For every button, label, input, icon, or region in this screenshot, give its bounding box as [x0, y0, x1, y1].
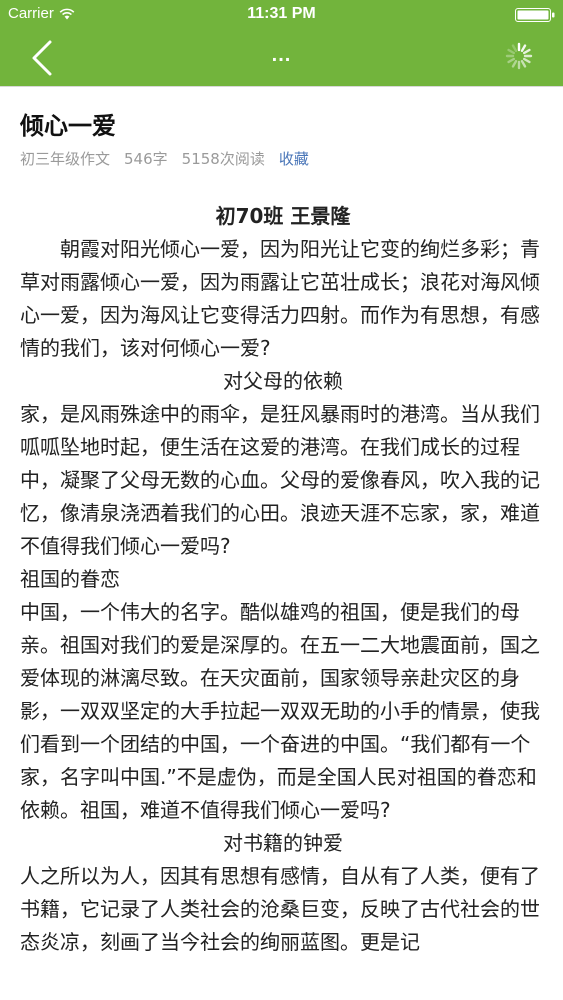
header-divider [0, 86, 563, 87]
article-author: 初70班 王景隆 [215, 204, 351, 228]
word-count: 546字 [124, 150, 168, 168]
status-bar: Carrier 11:31 PM [0, 0, 563, 30]
section-text-parents: 家，是风雨殊途中的雨伞，是狂风暴雨时的港湾。当从我们呱呱坠地时起，便生活在这爱的… [20, 402, 540, 558]
section-heading-parents: 对父母的依赖 [223, 369, 343, 393]
section-heading-motherland: 祖国的眷恋 [20, 567, 120, 591]
read-count: 5158次阅读 [181, 150, 265, 168]
article-intro: 朝霞对阳光倾心一爱，因为阳光让它变的绚烂多彩；青草对雨露倾心一爱，因为雨露让它茁… [20, 237, 540, 360]
article-meta: 初三年级作文 546字 5158次阅读 收藏 [20, 148, 309, 169]
battery-icon [515, 8, 555, 22]
article-body: 初70班 王景隆 朝霞对阳光倾心一爱，因为阳光让它变的绚烂多彩；青草对雨露倾心一… [20, 200, 546, 959]
status-time: 11:31 PM [247, 5, 316, 22]
category-label: 初三年级作文 [20, 150, 111, 168]
article-title: 倾心一爱 [20, 112, 116, 140]
more-options-button[interactable]: ... [0, 44, 563, 67]
section-text-motherland: 中国，一个伟大的名字。酷似雄鸡的祖国，便是我们的母亲。祖国对我们的爱是深厚的。在… [20, 600, 540, 822]
spinner-icon [505, 42, 533, 70]
section-heading-books: 对书籍的钟爱 [223, 831, 343, 855]
navigation-bar: ... [0, 30, 563, 86]
section-text-books: 人之所以为人，因其有思想有感情，自从有了人类，便有了书籍，它记录了人类社会的沧桑… [20, 864, 540, 954]
favorite-link[interactable]: 收藏 [279, 148, 309, 169]
